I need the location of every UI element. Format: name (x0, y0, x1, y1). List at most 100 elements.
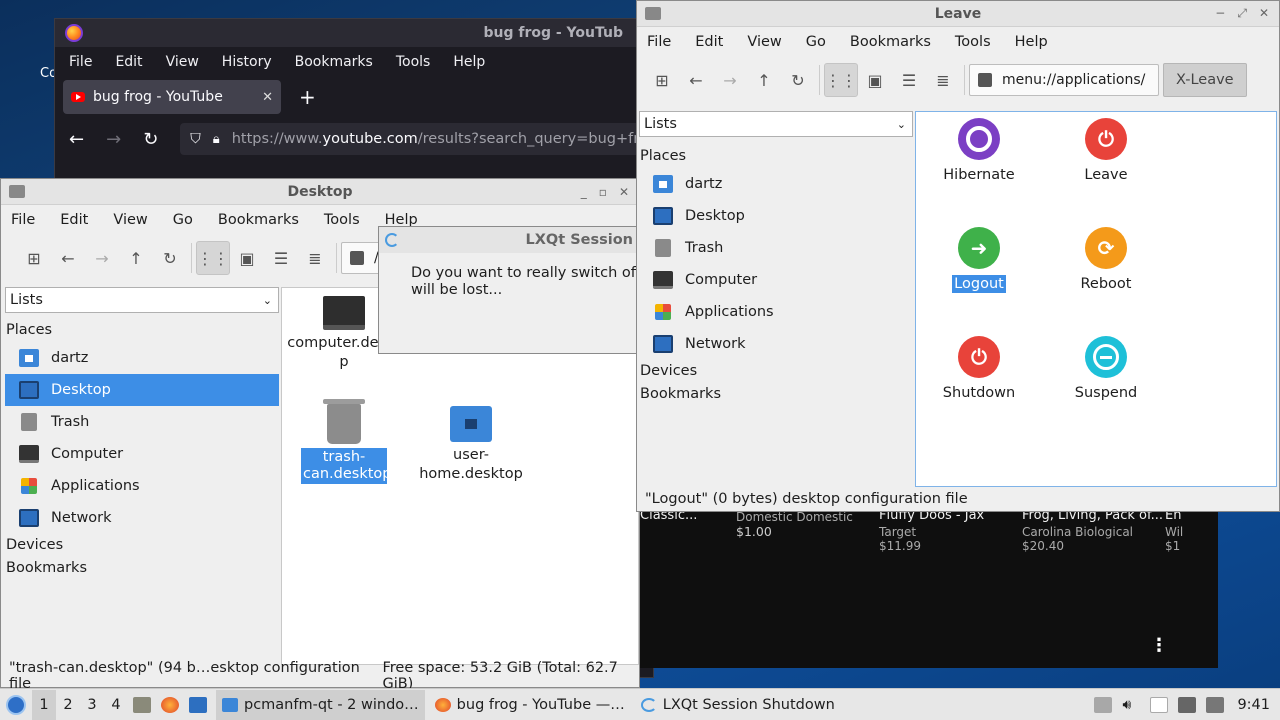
firefox-titlebar[interactable]: bug frog - YouTub (55, 19, 653, 47)
sidebar-item-network[interactable]: Network (639, 328, 913, 360)
side-pane-mode-select[interactable]: Lists ⌄ (639, 111, 913, 137)
lock-icon[interactable]: 🔒︎ (213, 132, 220, 147)
icon-view-icon[interactable]: ⋮⋮ (196, 241, 230, 275)
file-item-user-home[interactable]: user- home.desktop (411, 406, 531, 484)
fm-titlebar[interactable]: Desktop _ ▫ ✕ (1, 179, 639, 205)
devices-header[interactable]: Devices (639, 360, 913, 383)
file-manager-launcher-icon[interactable] (133, 696, 151, 713)
close-icon[interactable]: ✕ (1259, 6, 1269, 21)
result-item[interactable]: En Wil $1 (1165, 508, 1183, 553)
sidebar-item-applications[interactable]: Applications (639, 296, 913, 328)
leave-menu-edit[interactable]: Edit (695, 34, 723, 50)
back-arrow-icon[interactable]: ← (51, 241, 85, 275)
path-bar[interactable]: menu://applications/ (969, 64, 1159, 96)
new-tab-icon[interactable]: ⊞ (645, 63, 679, 97)
action-suspend[interactable]: Suspend (1051, 336, 1161, 402)
detailed-list-icon[interactable]: ≣ (926, 63, 960, 97)
leave-menu-view[interactable]: View (747, 34, 781, 50)
leave-menu-go[interactable]: Go (806, 34, 826, 50)
sidebar-item-trash[interactable]: Trash (639, 232, 913, 264)
sidebar-item-trash[interactable]: Trash (5, 406, 279, 438)
leave-menu-file[interactable]: File (647, 34, 671, 50)
minimize-icon[interactable]: _ (581, 185, 587, 199)
thumbnail-view-icon[interactable]: ▣ (230, 241, 264, 275)
workspace-3[interactable]: 3 (80, 697, 104, 713)
workspace-2[interactable]: 2 (56, 697, 80, 713)
clock[interactable]: 9:41 (1237, 697, 1270, 713)
fm-menu-bookmarks[interactable]: Bookmarks (218, 212, 299, 228)
ff-menu-bookmarks[interactable]: Bookmarks (295, 54, 373, 70)
bookmarks-header[interactable]: Bookmarks (5, 557, 279, 580)
file-item-trash-can[interactable]: trash- can.desktop (284, 399, 404, 484)
tab-youtube[interactable]: bug frog - YouTube ✕ (63, 80, 281, 114)
close-icon[interactable]: ✕ (619, 185, 629, 199)
action-leave[interactable]: ⏻ Leave (1051, 118, 1161, 184)
compact-view-icon[interactable]: ☰ (264, 241, 298, 275)
fm-menu-tools[interactable]: Tools (324, 212, 360, 228)
result-item[interactable]: Domestic Domestic $1.00 (736, 508, 853, 539)
task-pcmanfm[interactable]: pcmanfm-qt - 2 windo… (216, 689, 425, 720)
new-tab-icon[interactable]: ⊞ (17, 241, 51, 275)
forward-arrow-icon[interactable]: → (713, 63, 747, 97)
show-desktop-icon[interactable] (189, 696, 207, 713)
icon-view-icon[interactable]: ⋮⋮ (824, 63, 858, 97)
maximize-icon[interactable]: ▫ (599, 185, 607, 199)
bookmarks-header[interactable]: Bookmarks (639, 383, 913, 406)
leave-menu-help[interactable]: Help (1015, 34, 1048, 50)
keyboard-icon[interactable] (1206, 696, 1225, 713)
minimize-icon[interactable]: − (1215, 6, 1225, 21)
x-leave-path-button[interactable]: X-Leave (1163, 63, 1247, 97)
fm-menu-edit[interactable]: Edit (60, 212, 88, 228)
sidebar-item-desktop[interactable]: Desktop (639, 200, 913, 232)
thumbnail-view-icon[interactable]: ▣ (858, 63, 892, 97)
result-item[interactable]: Fluffy Doos - Jax Target $11.99 (879, 508, 984, 553)
up-arrow-icon[interactable]: ↑ (119, 241, 153, 275)
compact-view-icon[interactable]: ☰ (892, 63, 926, 97)
notes-icon[interactable] (1150, 696, 1169, 713)
shield-icon[interactable]: ⛉ (190, 131, 201, 147)
firefox-launcher-icon[interactable] (161, 696, 179, 713)
maximize-icon[interactable]: ⤢ (1237, 6, 1247, 21)
lxqt-start-menu-icon[interactable] (6, 694, 26, 715)
reload-icon[interactable]: ↻ (143, 129, 158, 150)
reload-icon[interactable]: ↻ (781, 63, 815, 97)
volume-icon[interactable]: 🔊︎ (1122, 697, 1140, 713)
clipboard-icon[interactable] (1094, 696, 1113, 713)
tab-close-button[interactable]: ✕ (262, 90, 273, 105)
sidebar-item-computer[interactable]: Computer (5, 438, 279, 470)
ff-menu-edit[interactable]: Edit (115, 54, 142, 70)
more-options-icon[interactable]: ⋮ (1150, 635, 1168, 656)
task-firefox[interactable]: bug frog - YouTube —… (429, 690, 631, 720)
ff-menu-help[interactable]: Help (453, 54, 485, 70)
devices-header[interactable]: Devices (5, 534, 279, 557)
sidebar-item-applications[interactable]: Applications (5, 470, 279, 502)
ff-menu-tools[interactable]: Tools (396, 54, 431, 70)
sidebar-item-computer[interactable]: Computer (639, 264, 913, 296)
forward-arrow-icon[interactable]: → (85, 241, 119, 275)
new-tab-button[interactable]: + (299, 85, 316, 109)
places-header[interactable]: Places (5, 319, 279, 342)
action-reboot[interactable]: ⟳ Reboot (1051, 227, 1161, 293)
back-arrow-icon[interactable]: ← (679, 63, 713, 97)
result-item[interactable]: Frog, Living, Pack of... Carolina Biolog… (1022, 508, 1163, 553)
ff-menu-history[interactable]: History (222, 54, 272, 70)
fm-menu-go[interactable]: Go (173, 212, 193, 228)
task-lxqt-session[interactable]: LXQt Session Shutdown (635, 690, 841, 720)
dialog-titlebar[interactable]: LXQt Session (379, 227, 639, 253)
back-arrow-icon[interactable]: ← (69, 129, 84, 150)
detailed-list-icon[interactable]: ≣ (298, 241, 332, 275)
leave-menu-tools[interactable]: Tools (955, 34, 991, 50)
ff-menu-file[interactable]: File (69, 54, 92, 70)
network-tray-icon[interactable] (1178, 696, 1197, 713)
leave-actions-view[interactable]: Hibernate ⏻ Leave ➜ Logout ⟳ Reboot ⏻ Sh… (915, 111, 1277, 487)
action-hibernate[interactable]: Hibernate (924, 118, 1034, 184)
sidebar-item-dartz[interactable]: dartz (639, 168, 913, 200)
leave-menu-bookmarks[interactable]: Bookmarks (850, 34, 931, 50)
fm-menu-file[interactable]: File (11, 212, 35, 228)
workspace-1[interactable]: 1 (32, 689, 56, 720)
fm-menu-view[interactable]: View (113, 212, 147, 228)
reload-icon[interactable]: ↻ (153, 241, 187, 275)
places-header[interactable]: Places (639, 145, 913, 168)
up-arrow-icon[interactable]: ↑ (747, 63, 781, 97)
workspace-4[interactable]: 4 (104, 697, 128, 713)
